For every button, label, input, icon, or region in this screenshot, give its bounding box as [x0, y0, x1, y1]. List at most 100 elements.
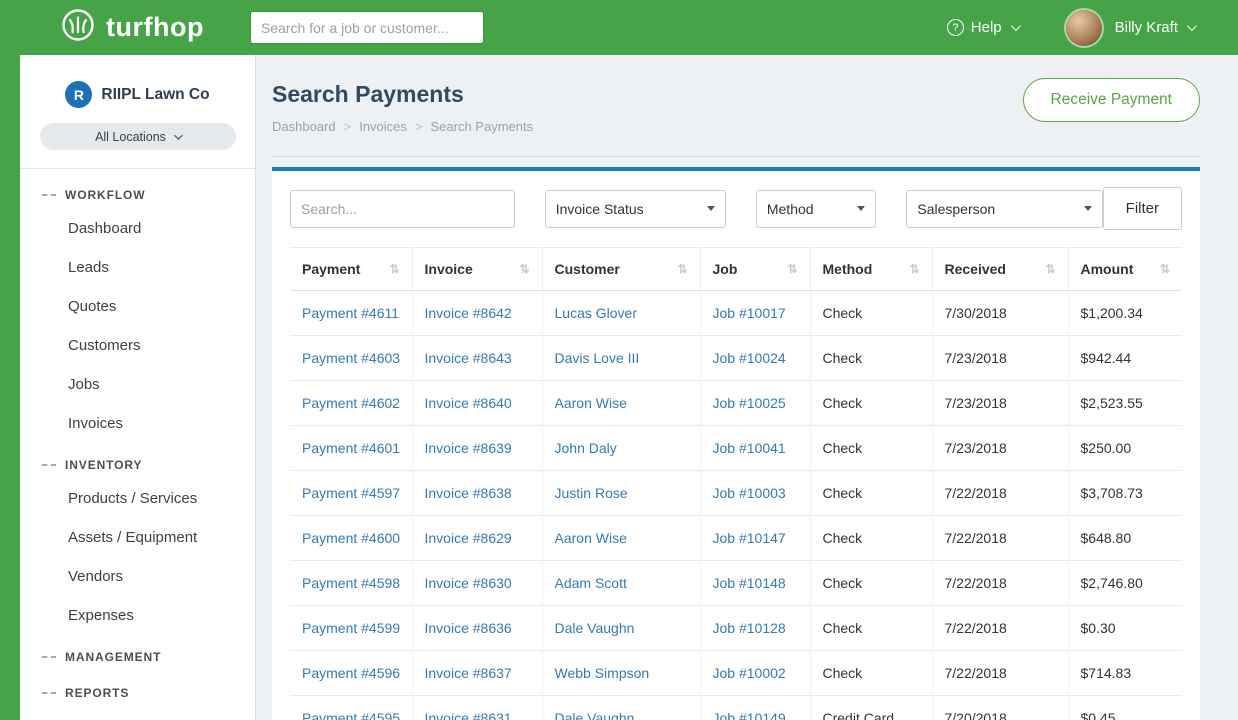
invoice-link[interactable]: Invoice #8629 [425, 530, 512, 546]
invoice-link[interactable]: Invoice #8636 [425, 620, 512, 636]
nav-section-workflow[interactable]: WORKFLOW [20, 173, 255, 209]
received-cell: 7/23/2018 [932, 381, 1068, 426]
payment-link[interactable]: Payment #4599 [302, 620, 400, 636]
payment-link[interactable]: Payment #4597 [302, 485, 400, 501]
invoice-link[interactable]: Invoice #8630 [425, 575, 512, 591]
amount-cell: $0.30 [1068, 606, 1182, 651]
job-link[interactable]: Job #10002 [713, 665, 786, 681]
job-cell: Job #10017 [700, 291, 810, 336]
customer-link[interactable]: Justin Rose [555, 485, 628, 501]
received-cell: 7/22/2018 [932, 651, 1068, 696]
payments-search-input[interactable] [290, 190, 515, 228]
sidebar-item-vendors[interactable]: Vendors [20, 557, 255, 596]
payment-link[interactable]: Payment #4595 [302, 710, 400, 720]
method-select[interactable]: Method [756, 190, 877, 228]
payment-link[interactable]: Payment #4603 [302, 350, 400, 366]
help-menu[interactable]: ? Help [947, 19, 1018, 36]
sidebar-item-expenses[interactable]: Expenses [20, 596, 255, 635]
column-header-received[interactable]: ⇅Received [932, 248, 1068, 291]
column-label: Invoice [425, 261, 473, 277]
method-value: Method [767, 201, 814, 217]
customer-link[interactable]: Aaron Wise [555, 395, 627, 411]
column-header-customer[interactable]: ⇅Customer [542, 248, 700, 291]
payment-link[interactable]: Payment #4598 [302, 575, 400, 591]
nav-section-management[interactable]: MANAGEMENT [20, 635, 255, 671]
table-row: Payment #4602 Invoice #8640 Aaron Wise Job … [290, 381, 1182, 426]
sidebar: R RIIPL Lawn Co All Locations WORKFLOWDa… [20, 55, 256, 720]
job-link[interactable]: Job #10041 [713, 440, 786, 456]
customer-link[interactable]: Davis Love III [555, 350, 640, 366]
customer-link[interactable]: Adam Scott [555, 575, 627, 591]
job-link[interactable]: Job #10128 [713, 620, 786, 636]
invoice-link[interactable]: Invoice #8642 [425, 305, 512, 321]
invoice-cell: Invoice #8631 [412, 696, 542, 720]
payment-link[interactable]: Payment #4600 [302, 530, 400, 546]
column-header-method[interactable]: ⇅Method [810, 248, 932, 291]
nav-section-reports[interactable]: REPORTS [20, 671, 255, 707]
invoice-link[interactable]: Invoice #8637 [425, 665, 512, 681]
sidebar-item-leads[interactable]: Leads [20, 248, 255, 287]
job-link[interactable]: Job #10017 [713, 305, 786, 321]
invoice-link[interactable]: Invoice #8639 [425, 440, 512, 456]
column-header-payment[interactable]: ⇅Payment [290, 248, 412, 291]
job-link[interactable]: Job #10147 [713, 530, 786, 546]
job-link[interactable]: Job #10024 [713, 350, 786, 366]
invoice-cell: Invoice #8636 [412, 606, 542, 651]
column-header-amount[interactable]: ⇅Amount [1068, 248, 1182, 291]
payment-cell: Payment #4597 [290, 471, 412, 516]
payment-link[interactable]: Payment #4601 [302, 440, 400, 456]
sidebar-item-dashboard[interactable]: Dashboard [20, 209, 255, 248]
job-link[interactable]: Job #10148 [713, 575, 786, 591]
amount-cell: $714.83 [1068, 651, 1182, 696]
filter-button[interactable]: Filter [1103, 187, 1182, 230]
sidebar-item-assets-equipment[interactable]: Assets / Equipment [20, 518, 255, 557]
sort-icon: ⇅ [1160, 262, 1170, 276]
sidebar-item-products-services[interactable]: Products / Services [20, 479, 255, 518]
invoice-status-select[interactable]: Invoice Status [545, 190, 726, 228]
breadcrumb-item[interactable]: Dashboard [272, 119, 336, 134]
receive-payment-button[interactable]: Receive Payment [1023, 78, 1200, 122]
breadcrumb-item[interactable]: Invoices [359, 119, 407, 134]
sidebar-item-customers[interactable]: Customers [20, 326, 255, 365]
global-search-input[interactable] [250, 11, 484, 44]
sidebar-item-invoices[interactable]: Invoices [20, 404, 255, 443]
payment-link[interactable]: Payment #4602 [302, 395, 400, 411]
payment-link[interactable]: Payment #4596 [302, 665, 400, 681]
invoice-status-value: Invoice Status [556, 201, 644, 217]
nav-section-label: INVENTORY [65, 458, 142, 472]
column-header-invoice[interactable]: ⇅Invoice [412, 248, 542, 291]
customer-link[interactable]: Webb Simpson [555, 665, 650, 681]
amount-cell: $0.45 [1068, 696, 1182, 720]
invoice-cell: Invoice #8629 [412, 516, 542, 561]
column-label: Payment [302, 261, 360, 277]
invoice-cell: Invoice #8638 [412, 471, 542, 516]
nav-section-inventory[interactable]: INVENTORY [20, 443, 255, 479]
job-link[interactable]: Job #10149 [713, 710, 786, 720]
customer-cell: Lucas Glover [542, 291, 700, 336]
customer-link[interactable]: Dale Vaughn [555, 710, 635, 720]
sidebar-item-quotes[interactable]: Quotes [20, 287, 255, 326]
invoice-link[interactable]: Invoice #8638 [425, 485, 512, 501]
payment-link[interactable]: Payment #4611 [302, 305, 399, 321]
job-link[interactable]: Job #10003 [713, 485, 786, 501]
customer-link[interactable]: Lucas Glover [555, 305, 637, 321]
all-locations-dropdown[interactable]: All Locations [40, 123, 236, 150]
section-dash-icon [42, 692, 56, 694]
column-header-job[interactable]: ⇅Job [700, 248, 810, 291]
sidebar-item-jobs[interactable]: Jobs [20, 365, 255, 404]
user-menu[interactable]: Billy Kraft [1115, 19, 1194, 36]
sort-icon: ⇅ [909, 262, 919, 276]
invoice-link[interactable]: Invoice #8640 [425, 395, 512, 411]
app-logo[interactable]: turfhop [60, 7, 204, 48]
invoice-link[interactable]: Invoice #8631 [425, 710, 512, 720]
job-link[interactable]: Job #10025 [713, 395, 786, 411]
table-row: Payment #4597 Invoice #8638 Justin Rose Job… [290, 471, 1182, 516]
invoice-link[interactable]: Invoice #8643 [425, 350, 512, 366]
salesperson-select[interactable]: Salesperson [906, 190, 1102, 228]
customer-link[interactable]: Dale Vaughn [555, 620, 635, 636]
received-cell: 7/22/2018 [932, 516, 1068, 561]
customer-link[interactable]: John Daly [555, 440, 617, 456]
customer-link[interactable]: Aaron Wise [555, 530, 627, 546]
user-avatar[interactable] [1066, 10, 1102, 46]
select-arrow-icon [707, 206, 715, 211]
